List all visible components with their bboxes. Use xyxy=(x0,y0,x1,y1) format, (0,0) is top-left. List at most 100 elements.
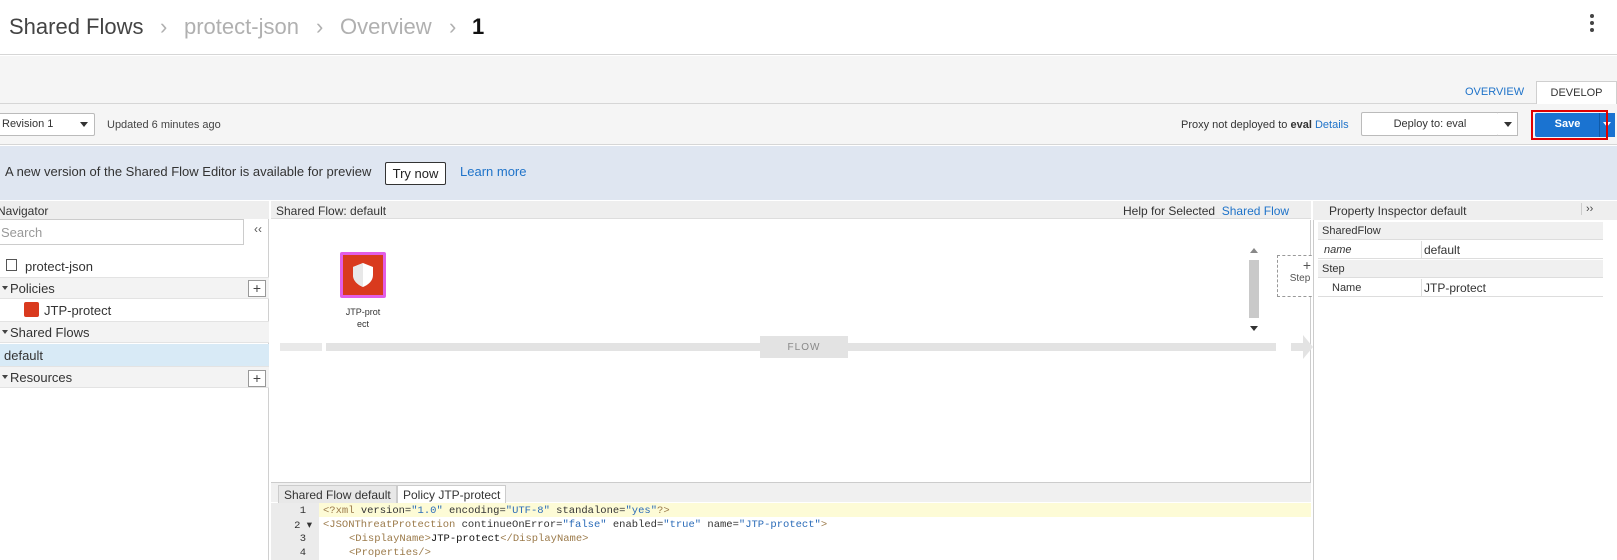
chevron-right-icon: › xyxy=(449,14,457,39)
code-token: > xyxy=(820,519,828,531)
nav-section-shared-flows[interactable]: Shared Flows xyxy=(0,321,269,343)
breadcrumb-revision: 1 xyxy=(472,14,485,39)
tab-develop[interactable]: DEVELOP xyxy=(1536,81,1617,105)
breadcrumb-overview[interactable]: Overview xyxy=(340,14,432,40)
line-number: 4 xyxy=(299,547,306,559)
flow-track-start xyxy=(280,343,322,351)
code-token: "false" xyxy=(562,519,607,531)
code-line-2: <JSONThreatProtection continueOnError="f… xyxy=(323,519,827,533)
scrollbar-thumb[interactable] xyxy=(1249,260,1259,318)
code-token: "yes" xyxy=(625,505,658,517)
code-token: <? xyxy=(323,505,336,517)
tab-overview[interactable]: OVERVIEW xyxy=(1457,82,1532,104)
code-token: continueOnError= xyxy=(455,519,563,531)
tab-band xyxy=(0,56,1617,104)
scroll-down-icon[interactable] xyxy=(1250,326,1258,331)
nav-section-label: Policies xyxy=(10,281,55,296)
expand-triangle-icon xyxy=(2,286,8,290)
tab-policy-jtp-protect[interactable]: Policy JTP-protect xyxy=(397,485,507,503)
collapse-icon[interactable]: ‹‹ xyxy=(254,222,262,236)
updated-text: Updated 6 minutes ago xyxy=(107,119,221,131)
code-line-3: <DisplayName>JTP-protect</DisplayName> xyxy=(349,533,588,547)
try-now-button[interactable]: Try now xyxy=(385,162,446,185)
code-token: <Properties/> xyxy=(349,547,431,559)
deploy-status: Proxy not deployed to eval Details xyxy=(1181,119,1349,131)
add-step-label: Step xyxy=(1289,273,1311,284)
breadcrumb-shared-flows[interactable]: Shared Flows xyxy=(9,14,144,40)
add-resource-button[interactable]: + xyxy=(248,370,266,387)
nav-policy-item[interactable]: JTP-protect xyxy=(0,299,269,321)
line-number: 2 ▾ xyxy=(294,520,312,532)
chevron-down-icon xyxy=(1504,122,1512,127)
nav-section-policies[interactable]: Policies xyxy=(0,277,269,299)
policy-step-label-line2: ect xyxy=(356,319,369,329)
more-vert-icon[interactable] xyxy=(1589,14,1595,34)
details-link[interactable]: Details xyxy=(1315,119,1349,131)
property-inspector-header: Property Inspector default xyxy=(1313,201,1617,220)
help-selected: Help for Selected Shared Flow xyxy=(1123,204,1289,218)
code-token: version= xyxy=(354,505,412,517)
revision-select-label: Revision 1 xyxy=(2,118,54,130)
inspector-row-divider xyxy=(1318,279,1603,297)
help-prefix: Help for Selected xyxy=(1123,204,1216,218)
learn-more-link[interactable]: Learn more xyxy=(460,164,526,179)
deploy-button[interactable]: Deploy to: eval xyxy=(1361,112,1499,136)
add-step-button[interactable]: + Step xyxy=(1277,255,1317,297)
nav-shared-flow-label: default xyxy=(4,348,44,363)
deploy-env: eval xyxy=(1290,119,1312,131)
code-token: "true" xyxy=(663,519,702,531)
flow-label: FLOW xyxy=(760,336,848,358)
inspector-section-step: Step xyxy=(1318,260,1603,278)
nav-section-label: Shared Flows xyxy=(10,325,90,340)
canvas-scrollbar[interactable] xyxy=(1247,246,1261,336)
nav-shared-flow-default[interactable]: default xyxy=(0,344,269,366)
code-token: JTP-protect xyxy=(430,533,501,545)
shield-icon xyxy=(24,302,39,317)
inspector-section-sharedflow: SharedFlow xyxy=(1318,222,1603,240)
code-token: <DisplayName> xyxy=(349,533,431,545)
property-inspector-title: Property Inspector default xyxy=(1329,204,1467,218)
tab-shared-flow-default[interactable]: Shared Flow default xyxy=(278,485,397,503)
add-policy-button[interactable]: + xyxy=(248,280,266,297)
banner-text: A new version of the Shared Flow Editor … xyxy=(5,164,372,179)
navigator-search-input[interactable]: Search xyxy=(0,219,244,245)
code-token: </DisplayName> xyxy=(500,533,589,545)
inspector-section-label: SharedFlow xyxy=(1322,225,1381,237)
line-number: 1 xyxy=(299,505,306,517)
code-token: xml xyxy=(335,505,355,517)
code-token: standalone= xyxy=(549,505,626,517)
code-token: enabled= xyxy=(606,519,664,531)
expand-triangle-icon xyxy=(2,330,8,334)
help-shared-flow-link[interactable]: Shared Flow xyxy=(1222,204,1289,218)
code-token: name= xyxy=(701,519,739,531)
nav-proxy-label: protect-json xyxy=(25,259,93,274)
deploy-status-prefix: Proxy not deployed to xyxy=(1181,119,1288,131)
shield-icon xyxy=(353,263,373,287)
flow-arrow-icon xyxy=(1291,335,1313,359)
code-line-1: <?xml version="1.0" encoding="UTF-8" sta… xyxy=(323,505,670,519)
code-token: "1.0" xyxy=(411,505,443,517)
code-token: "JTP-protect" xyxy=(738,519,821,531)
code-token: ?> xyxy=(657,505,670,517)
policy-step-label: JTP-prot ect xyxy=(335,306,391,330)
chevron-right-icon: › xyxy=(316,14,324,39)
center-title: Shared Flow: default xyxy=(276,204,387,218)
scroll-up-icon[interactable] xyxy=(1250,248,1258,253)
nav-section-resources[interactable]: Resources xyxy=(0,366,269,388)
inspector-section-label: Step xyxy=(1322,263,1345,275)
policy-step-label-line1: JTP-prot xyxy=(345,307,381,317)
breadcrumb-proxy[interactable]: protect-json xyxy=(184,14,299,40)
nav-proxy-item[interactable]: protect-json xyxy=(0,255,269,277)
code-token: <JSONThreatProtection xyxy=(323,519,456,531)
line-number: 3 xyxy=(299,533,306,545)
chevron-right-icon: › xyxy=(160,14,168,39)
code-token: encoding= xyxy=(442,505,506,517)
policy-step-jtp-protect[interactable] xyxy=(340,252,386,298)
save-highlight-box xyxy=(1531,110,1608,140)
expand-icon[interactable]: ›› xyxy=(1581,203,1593,215)
code-line-4: <Properties/> xyxy=(349,547,431,560)
expand-triangle-icon xyxy=(2,375,8,379)
code-token: "UTF-8" xyxy=(505,505,550,517)
nav-section-label: Resources xyxy=(10,370,73,385)
navigator-title: Navigator xyxy=(0,204,49,218)
